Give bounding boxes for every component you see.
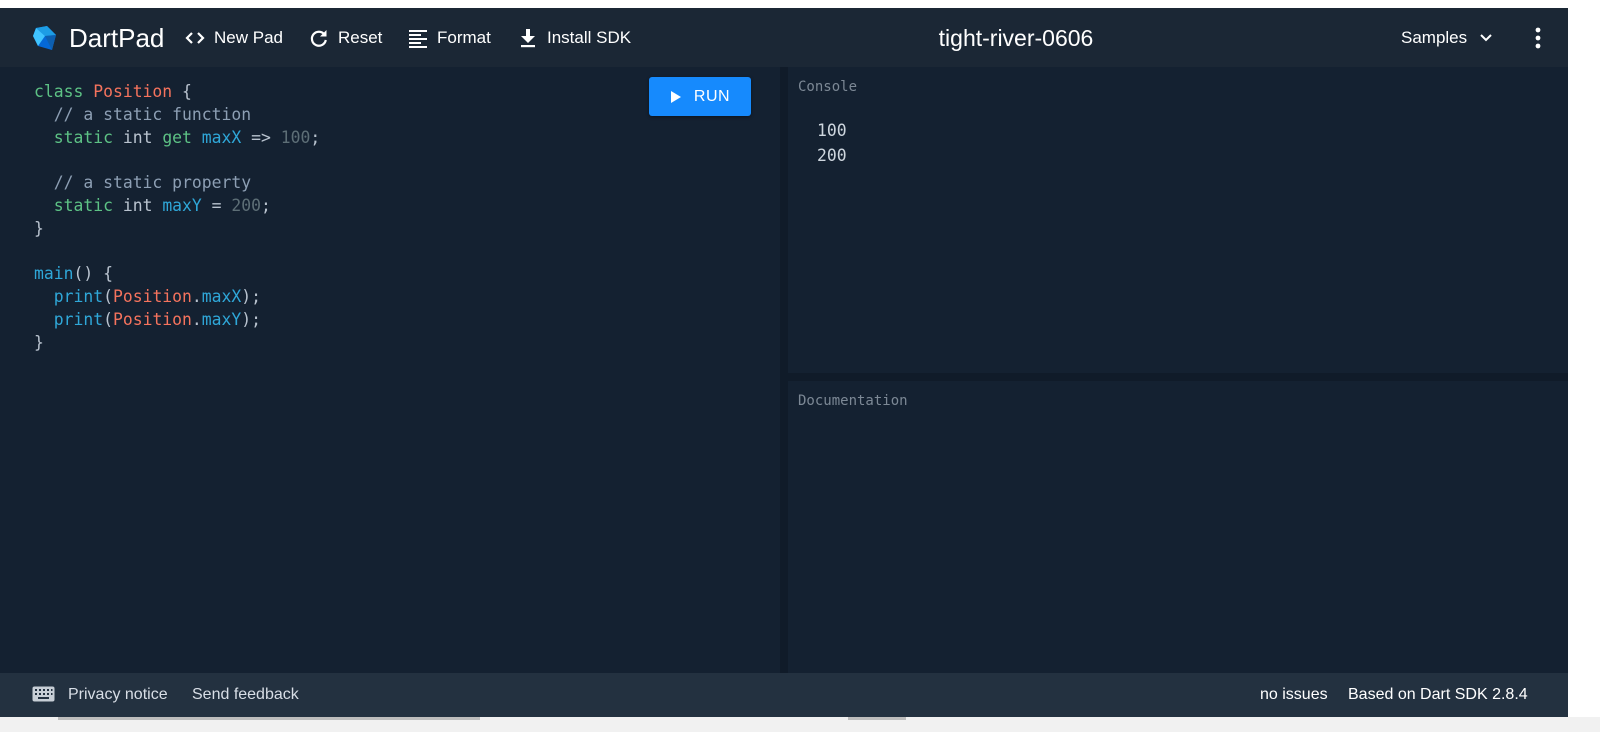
samples-label: Samples <box>1401 28 1468 47</box>
install-sdk-label: Install SDK <box>547 28 632 47</box>
code-token: maxX <box>201 287 242 307</box>
code-token: = <box>201 195 232 215</box>
new-pad-button[interactable]: New Pad <box>185 26 283 50</box>
code-token: ( <box>103 287 113 307</box>
scrollbar-thumb[interactable] <box>848 717 906 720</box>
console-line: 100 <box>817 121 847 140</box>
new-pad-label: New Pad <box>214 28 283 47</box>
keyboard-icon[interactable] <box>32 686 55 702</box>
code-comment: // a static function <box>53 104 252 124</box>
footer-bar: Privacy notice Send feedback no issues B… <box>0 673 1568 717</box>
privacy-notice-link[interactable]: Privacy notice <box>68 686 168 704</box>
samples-dropdown[interactable]: Samples <box>1401 26 1493 50</box>
code-token: maxY <box>201 309 242 329</box>
scrollbar-thumb[interactable] <box>58 717 480 720</box>
documentation-label: Documentation <box>798 393 908 409</box>
run-label: RUN <box>693 87 731 105</box>
console-line: 200 <box>817 146 847 165</box>
code-token: } <box>34 218 44 238</box>
format-button[interactable]: Format <box>408 26 491 50</box>
code-token: { <box>172 82 192 101</box>
reset-label: Reset <box>338 28 383 47</box>
code-editor[interactable]: class Position { // a static function st… <box>0 67 780 681</box>
code-token: . <box>191 309 202 329</box>
code-token: int <box>112 127 163 147</box>
sdk-version: Based on Dart SDK 2.8.4 <box>1348 686 1528 703</box>
code-content[interactable]: class Position { // a static function st… <box>34 81 320 355</box>
console-output: 100 200 <box>817 118 847 168</box>
play-icon <box>670 90 681 103</box>
code-token: ; <box>261 195 271 215</box>
code-token: print <box>53 309 104 329</box>
code-token: get <box>162 127 192 147</box>
code-token: class <box>34 82 84 101</box>
download-icon <box>521 29 535 48</box>
code-comment: // a static property <box>53 173 252 193</box>
more-vert-icon[interactable] <box>1526 26 1550 50</box>
issues-status[interactable]: no issues <box>1260 686 1328 704</box>
reset-button[interactable]: Reset <box>309 26 382 50</box>
code-token: ( <box>103 309 113 329</box>
code-token: Position <box>112 309 192 329</box>
code-token: Position <box>93 82 173 101</box>
code-token: main <box>34 264 74 284</box>
pad-title[interactable]: tight-river-0606 <box>939 25 1094 51</box>
app-brand-name[interactable]: DartPad <box>69 22 164 54</box>
code-token: ); <box>241 287 262 307</box>
horizontal-scrollbar[interactable] <box>0 717 1600 732</box>
code-token: => <box>241 127 281 147</box>
code-token: 200 <box>231 195 262 215</box>
code-token: static <box>53 127 113 147</box>
vertical-split-handle[interactable] <box>780 67 788 681</box>
code-token: maxY <box>162 195 202 215</box>
run-button[interactable]: RUN <box>649 77 751 116</box>
format-align-icon <box>409 30 427 48</box>
refresh-icon <box>310 30 327 47</box>
install-sdk-button[interactable]: Install SDK <box>518 26 631 50</box>
documentation-panel: Documentation <box>788 381 1568 681</box>
console-label: Console <box>798 79 858 95</box>
chevron-down-icon <box>1480 34 1492 42</box>
code-token: ; <box>310 127 321 147</box>
code-token: print <box>53 287 104 307</box>
code-token: () { <box>73 264 113 284</box>
top-app-bar: DartPad New Pad Reset Format Install SDK… <box>0 8 1568 67</box>
code-token: ); <box>241 309 262 329</box>
code-token: int <box>112 195 163 215</box>
dartpad-app: DartPad New Pad Reset Format Install SDK… <box>0 8 1568 717</box>
send-feedback-link[interactable]: Send feedback <box>192 686 299 704</box>
code-token: static <box>53 195 113 215</box>
console-panel: Console 100 200 <box>788 67 1568 373</box>
code-token: } <box>34 332 44 352</box>
code-token: . <box>191 287 202 307</box>
format-label: Format <box>437 28 491 47</box>
code-token: Position <box>112 287 192 307</box>
code-token: maxX <box>201 127 242 147</box>
dart-logo-icon[interactable] <box>30 24 60 54</box>
code-icon <box>185 32 205 44</box>
horizontal-split-handle[interactable] <box>788 373 1568 381</box>
code-token: 100 <box>280 127 311 147</box>
